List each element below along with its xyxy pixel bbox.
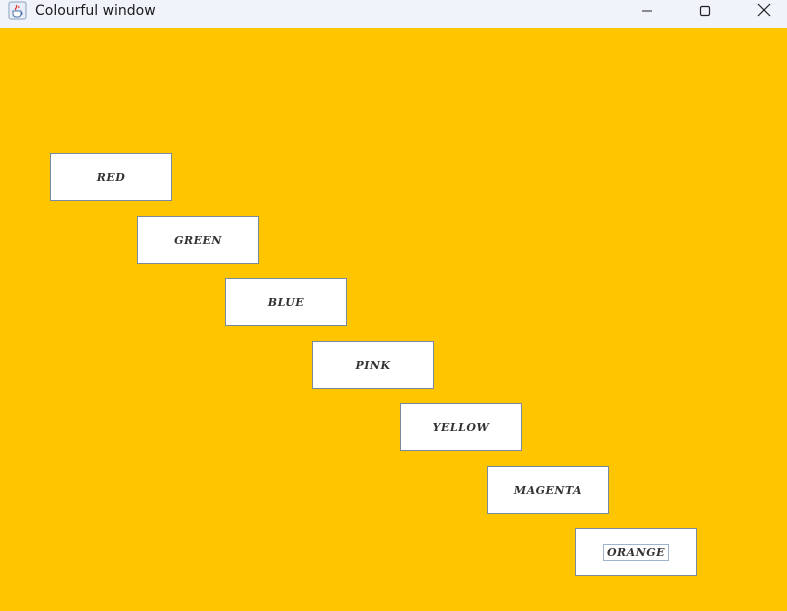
magenta-button-label: MAGENTA [513, 483, 583, 497]
red-button[interactable]: RED [50, 153, 172, 201]
pink-button[interactable]: PINK [312, 341, 434, 389]
window-title: Colourful window [35, 3, 156, 19]
close-button[interactable] [741, 0, 787, 22]
app-window: Colourful window RED GREEN BLUE PINK YEL… [0, 0, 787, 611]
maximize-button[interactable] [682, 0, 728, 22]
yellow-button[interactable]: YELLOW [400, 403, 522, 451]
orange-button-label: ORANGE [602, 543, 670, 561]
java-cup-icon [8, 1, 27, 20]
content-panel: RED GREEN BLUE PINK YELLOW MAGENTA ORANG… [0, 28, 787, 611]
orange-button[interactable]: ORANGE [575, 528, 697, 576]
magenta-button[interactable]: MAGENTA [487, 466, 609, 514]
minimize-button[interactable] [624, 0, 670, 22]
green-button[interactable]: GREEN [137, 216, 259, 264]
maximize-icon [699, 2, 711, 21]
minimize-icon [641, 2, 653, 21]
blue-button-label: BLUE [267, 295, 305, 309]
green-button-label: GREEN [174, 233, 222, 247]
title-bar[interactable]: Colourful window [0, 0, 787, 28]
yellow-button-label: YELLOW [432, 420, 490, 434]
pink-button-label: PINK [355, 358, 391, 372]
close-icon [757, 2, 771, 21]
red-button-label: RED [96, 170, 126, 184]
blue-button[interactable]: BLUE [225, 278, 347, 326]
